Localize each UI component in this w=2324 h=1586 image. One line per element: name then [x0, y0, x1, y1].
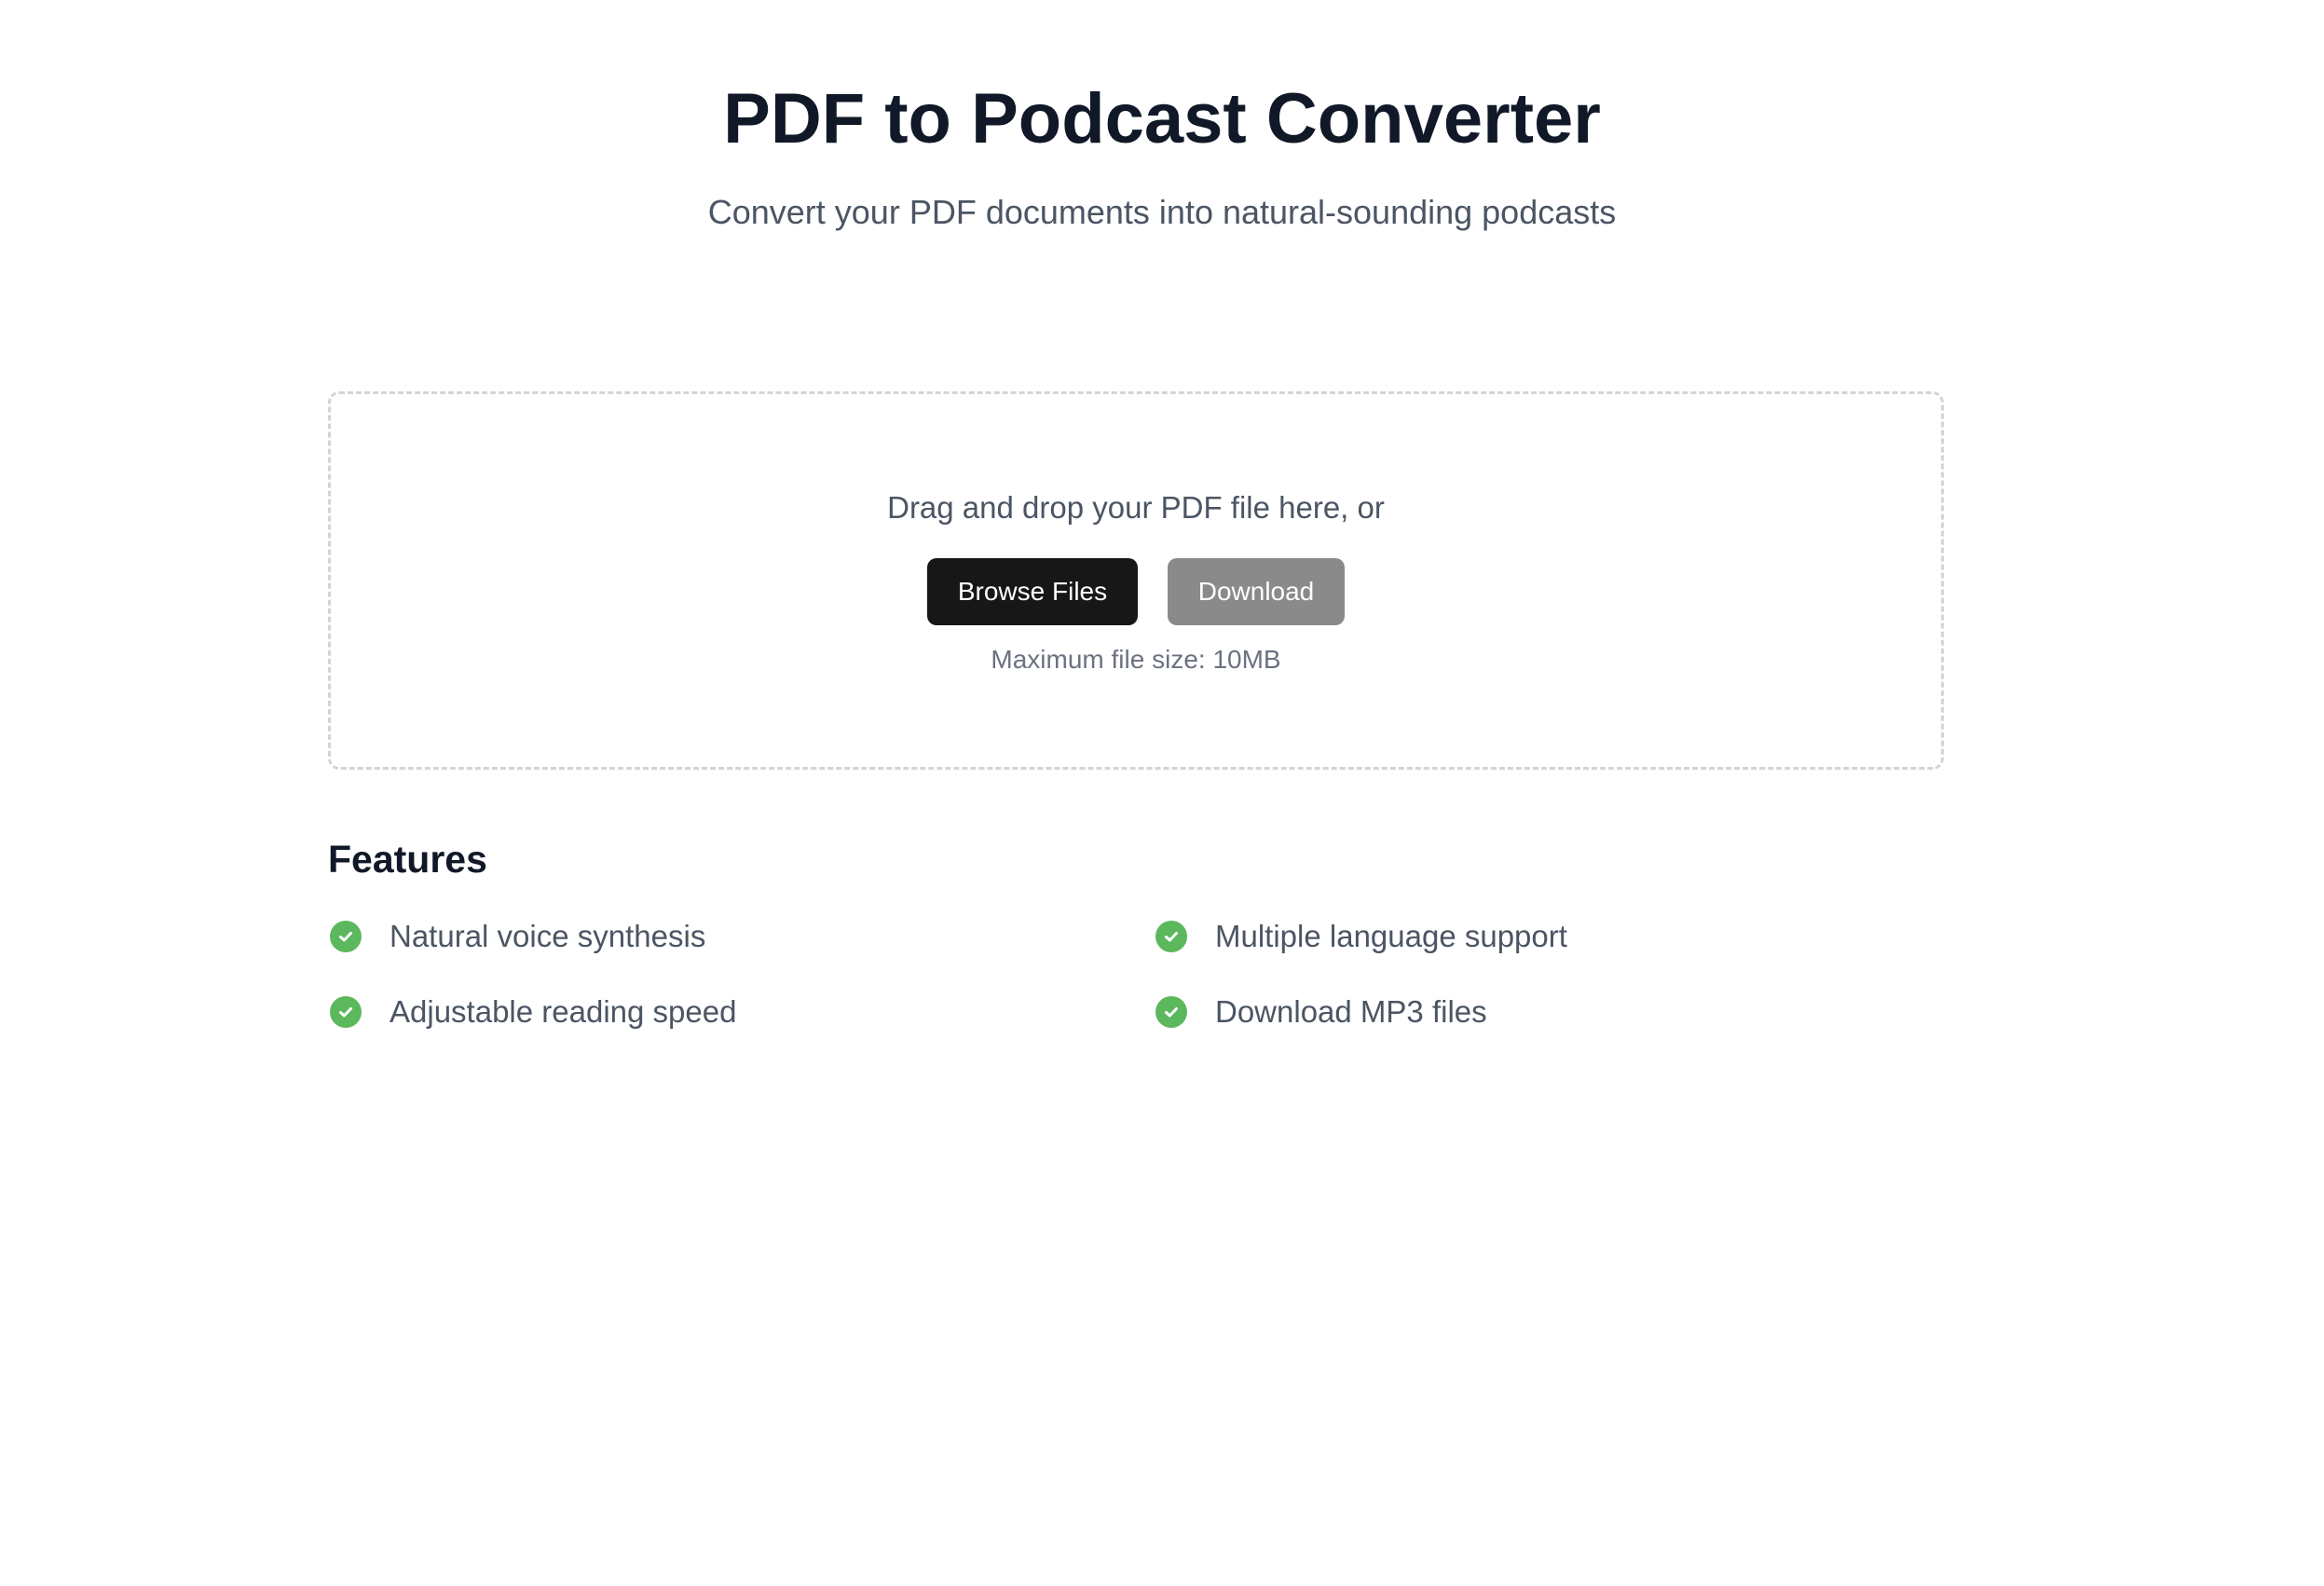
features-heading: Features	[328, 838, 487, 881]
feature-item: Adjustable reading speed	[330, 990, 736, 1034]
check-circle-icon	[330, 996, 362, 1028]
feature-item: Natural voice synthesis	[330, 914, 705, 959]
browse-files-button[interactable]: Browse Files	[927, 558, 1138, 625]
check-circle-icon	[1155, 921, 1187, 952]
pdf-dropzone[interactable]: Drag and drop your PDF file here, or Bro…	[328, 391, 1944, 770]
download-button[interactable]: Download	[1168, 558, 1345, 625]
check-circle-icon	[330, 921, 362, 952]
check-circle-icon	[1155, 996, 1187, 1028]
upload-button-row: Browse Files Download	[331, 558, 1941, 625]
page-title: PDF to Podcast Converter	[723, 79, 1601, 158]
feature-label: Adjustable reading speed	[390, 994, 737, 1029]
dropzone-prompt: Drag and drop your PDF file here, or	[887, 490, 1385, 525]
page-subtitle: Convert your PDF documents into natural-…	[707, 193, 1617, 231]
feature-label: Natural voice synthesis	[390, 919, 706, 953]
feature-item: Download MP3 files	[1155, 990, 1487, 1034]
feature-item: Multiple language support	[1155, 914, 1567, 959]
feature-label: Download MP3 files	[1215, 994, 1487, 1029]
feature-label: Multiple language support	[1215, 919, 1567, 953]
max-file-size-note: Maximum file size: 10MB	[991, 645, 1281, 674]
